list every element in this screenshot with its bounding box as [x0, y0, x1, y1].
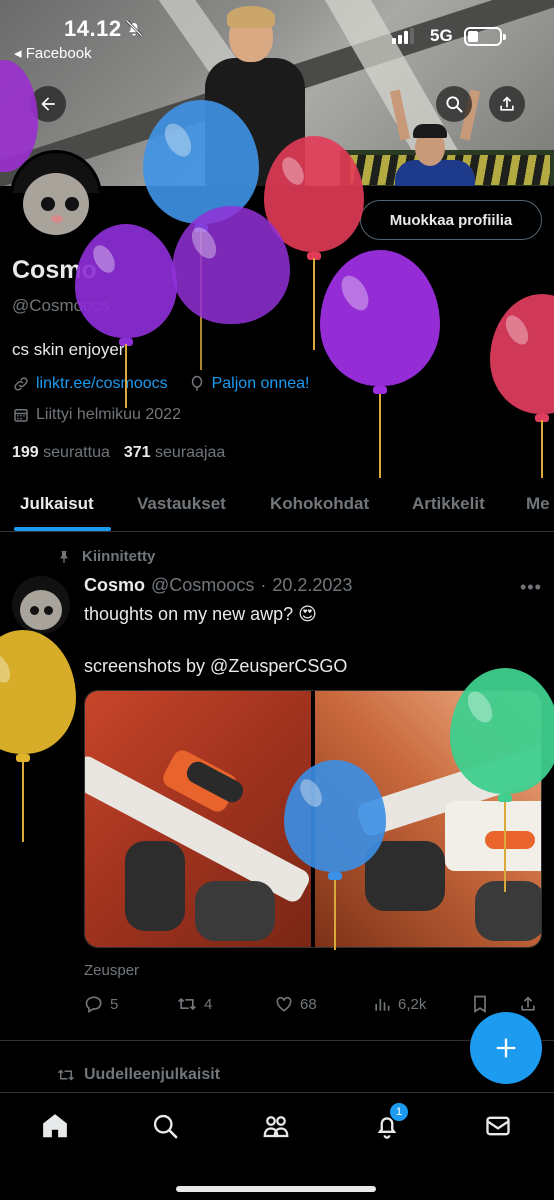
nav-messages[interactable] — [481, 1109, 515, 1143]
back-arrow-icon — [41, 97, 55, 111]
link-icon — [14, 377, 28, 391]
post-text-credit: screenshots by @ZeusperCSGO — [84, 656, 348, 676]
post-text: thoughts on my new awp? 😍 — [84, 604, 317, 624]
profile-avatar[interactable] — [10, 150, 102, 242]
back-to-app-link[interactable]: ◂ Facebook — [14, 44, 92, 62]
tab-replies[interactable]: Vastaukset — [137, 494, 226, 514]
post-author-name[interactable]: Cosmo — [84, 575, 145, 596]
post-separator: · — [260, 575, 267, 595]
followers-label: seuraajaa — [155, 444, 226, 461]
search-button[interactable] — [436, 86, 472, 122]
like-button[interactable]: 68 — [274, 994, 317, 1014]
status-time: 14.12 — [64, 16, 122, 41]
home-icon — [43, 1114, 67, 1138]
views-icon — [375, 999, 390, 1011]
search-icon — [446, 96, 463, 113]
followers-count: 371 — [123, 444, 151, 461]
following-link[interactable]: 199 seurattua — [12, 444, 110, 462]
reply-button[interactable]: 5 — [84, 994, 118, 1014]
bottom-nav: 1 — [0, 1092, 554, 1200]
joined-text: Liittyi helmikuu 2022 — [36, 406, 181, 423]
post-author-handle[interactable]: @Cosmoocs — [151, 575, 254, 596]
views-count: 6,2k — [398, 995, 427, 1013]
media-source-label[interactable]: Zeusper — [84, 962, 139, 979]
tab-articles[interactable]: Artikkelit — [412, 494, 485, 514]
pinned-label: Kiinnitetty — [56, 548, 155, 565]
birthday-text[interactable]: Paljon onnea! — [212, 375, 310, 393]
back-app-label: Facebook — [25, 45, 92, 62]
share-post-icon[interactable] — [518, 994, 538, 1014]
followers-link[interactable]: 371 seuraajaa — [124, 444, 225, 462]
tab-media[interactable]: Me — [526, 494, 550, 514]
calendar-icon — [14, 409, 28, 422]
repost-context-text: Uudelleenjulkaisit — [84, 1066, 221, 1083]
post-header: Cosmo @Cosmoocs · 20.2.2023 — [84, 575, 352, 596]
active-tab-indicator — [14, 527, 111, 531]
nav-communities[interactable] — [259, 1109, 293, 1143]
bookmark-icon[interactable] — [470, 994, 490, 1014]
post-image-1[interactable] — [85, 691, 313, 947]
joined-date: Liittyi helmikuu 2022 — [12, 406, 181, 424]
nav-search[interactable] — [148, 1109, 182, 1143]
post-date[interactable]: 20.2.2023 — [272, 575, 352, 596]
profile-tabs: Julkaisut Vastaukset Kohokohdat Artikkel… — [0, 480, 554, 532]
status-bar: 14.12 ◂ Facebook 5G — [0, 0, 554, 70]
following-label: seurattua — [43, 444, 110, 461]
reply-count: 5 — [110, 995, 119, 1013]
nav-home[interactable] — [38, 1109, 72, 1143]
communities-icon — [263, 1116, 289, 1138]
repost-icon — [57, 1069, 75, 1081]
following-count: 199 — [12, 444, 39, 461]
like-count: 68 — [300, 995, 317, 1013]
post-more-icon[interactable]: ••• — [520, 577, 542, 598]
post-actions: 5 4 68 6,2k — [84, 994, 544, 1018]
compose-post-button[interactable] — [470, 1012, 542, 1084]
birthday-item: Paljon onnea! — [188, 375, 310, 393]
repost-count: 4 — [204, 995, 213, 1013]
signal-icon — [392, 28, 414, 44]
post-author-avatar[interactable] — [12, 576, 70, 634]
home-indicator — [176, 1186, 376, 1192]
views-button[interactable]: 6,2k — [372, 994, 426, 1014]
reply-icon — [85, 996, 102, 1013]
tab-highlights[interactable]: Kohokohdat — [270, 494, 369, 514]
follow-counts: 199 seurattua 371 seuraajaa — [12, 444, 225, 462]
notifications-badge: 1 — [390, 1103, 408, 1121]
bell-off-icon — [125, 19, 143, 37]
pinned-text: Kiinnitetty — [82, 548, 156, 565]
network-type: 5G — [430, 26, 453, 45]
repost-context: Uudelleenjulkaisit — [56, 1066, 220, 1084]
balloon-icon — [191, 375, 202, 391]
battery-icon — [464, 27, 506, 46]
repost-button[interactable]: 4 — [176, 994, 212, 1014]
like-icon — [276, 996, 292, 1012]
profile-bio: cs skin enjoyer — [12, 340, 125, 359]
share-button[interactable] — [489, 86, 525, 122]
pin-icon — [60, 550, 68, 563]
profile-website-link[interactable]: linktr.ee/cosmoocs — [36, 375, 168, 393]
plus-icon — [496, 1038, 516, 1058]
search-icon — [153, 1114, 178, 1139]
edit-profile-button[interactable]: Muokkaa profiilia — [360, 200, 542, 240]
repost-icon — [178, 997, 196, 1011]
mail-icon — [486, 1116, 510, 1136]
share-icon — [500, 96, 514, 111]
profile-links: linktr.ee/cosmoocs Paljon onnea! — [12, 373, 309, 395]
nav-notifications[interactable]: 1 — [370, 1103, 408, 1143]
tab-posts[interactable]: Julkaisut — [20, 494, 94, 514]
